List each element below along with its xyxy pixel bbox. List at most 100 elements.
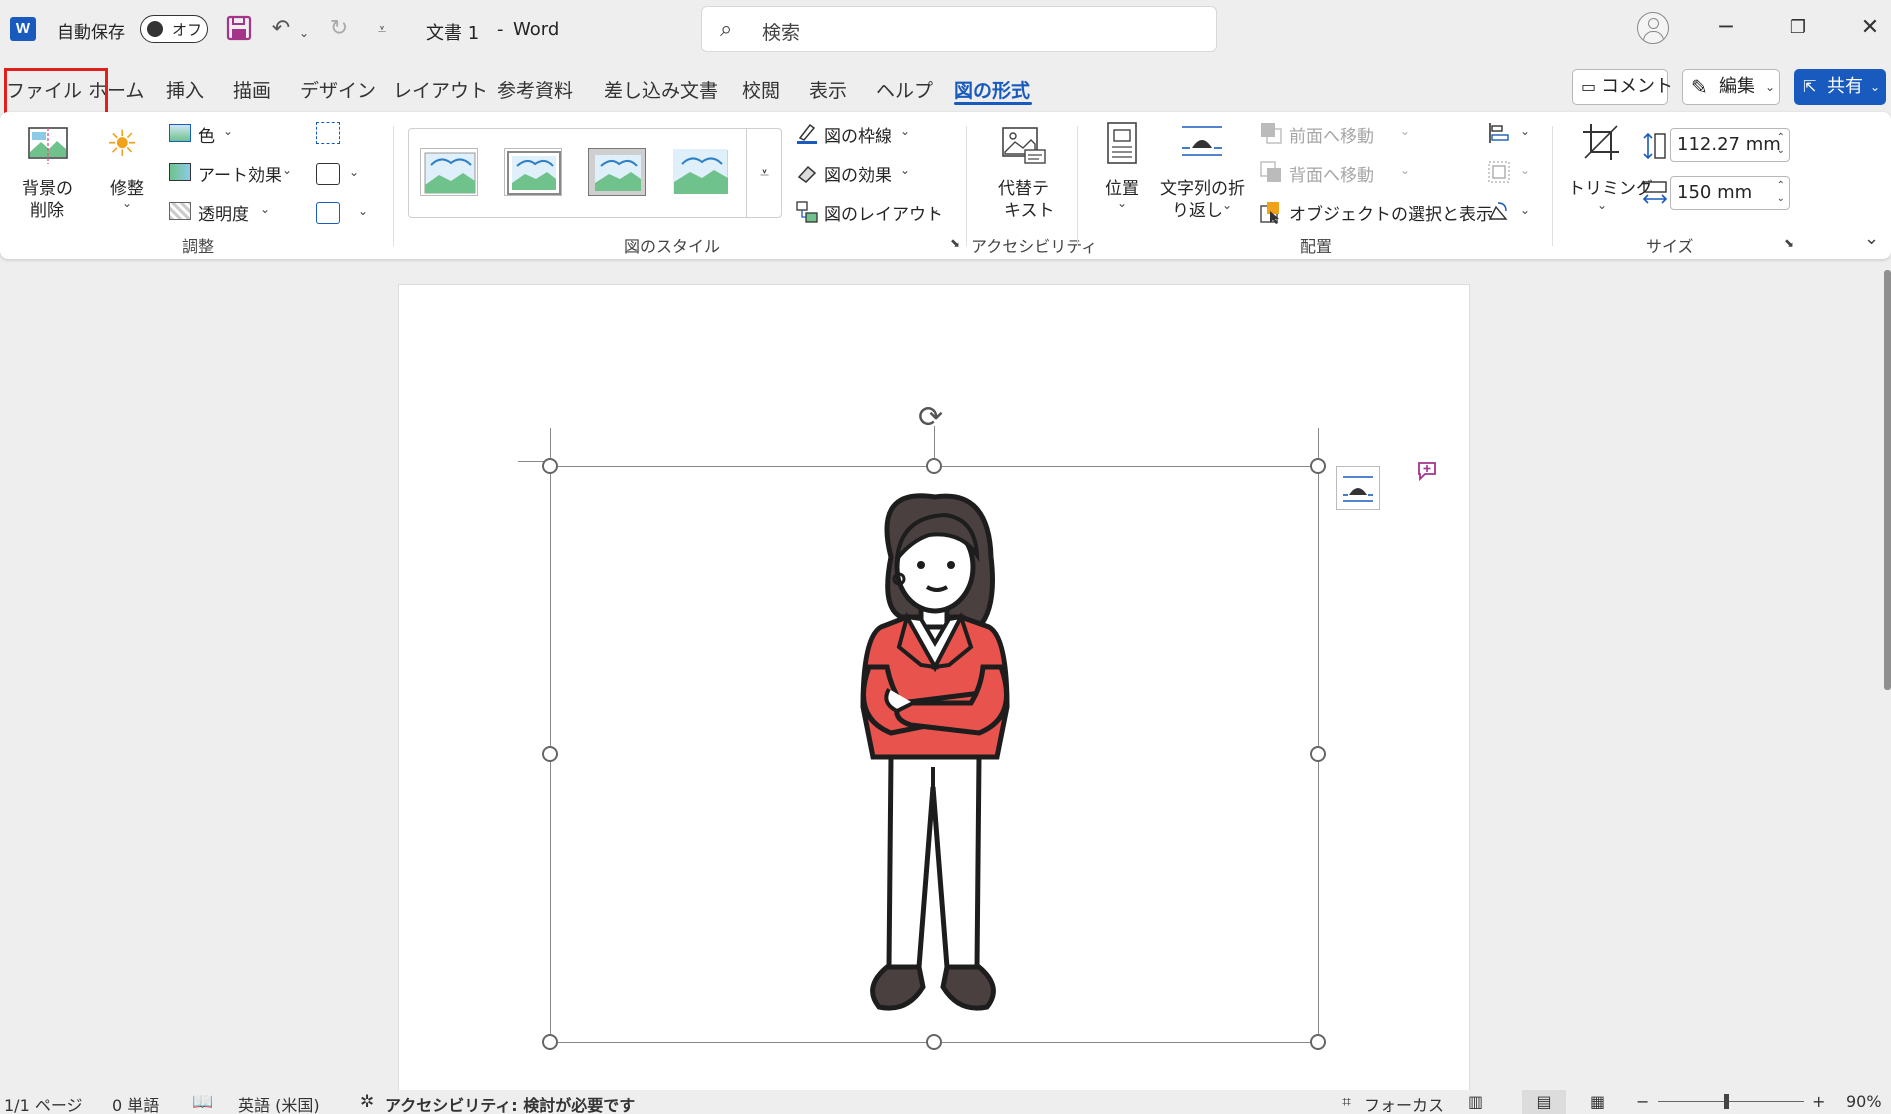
picture-border-label[interactable]: 図の枠線 [824, 122, 892, 147]
resize-handle-bottom-right[interactable] [1310, 1034, 1326, 1050]
accessibility-status[interactable]: アクセシビリティ: 検討が必要です [385, 1092, 635, 1114]
tab-view[interactable]: 表示 [809, 76, 847, 103]
resize-handle-top-left[interactable] [542, 458, 558, 474]
search-input[interactable]: 検索 [762, 18, 800, 45]
transparency-icon[interactable] [169, 202, 191, 220]
alt-text-icon[interactable] [1001, 124, 1047, 164]
account-avatar[interactable] [1637, 12, 1669, 44]
word-count[interactable]: 0 単語 [112, 1092, 159, 1114]
web-layout-icon[interactable]: ▦ [1590, 1092, 1605, 1111]
search-box[interactable]: ⌕ 検索 [701, 6, 1217, 52]
zoom-level[interactable]: 90% [1846, 1092, 1882, 1111]
zoom-in-icon[interactable]: + [1812, 1092, 1825, 1111]
tab-design[interactable]: デザイン [300, 76, 376, 103]
chevron-down-icon: ⌄ [1520, 203, 1531, 217]
picture-layout-label[interactable]: 図のレイアウト [824, 200, 943, 225]
bring-forward-icon [1260, 122, 1282, 144]
customize-qat-icon[interactable]: ⩡ [370, 12, 394, 46]
dialog-launcher-icon[interactable]: ⬊ [950, 236, 960, 250]
save-icon[interactable] [226, 15, 252, 41]
comment-button[interactable]: ▭ コメント [1572, 69, 1673, 105]
undo-icon[interactable]: ↶ [266, 12, 296, 46]
tab-help[interactable]: ヘルプ [876, 76, 933, 103]
zoom-slider[interactable] [1658, 1101, 1804, 1102]
transparency-label[interactable]: 透明度 [198, 200, 249, 225]
group-label-size: サイズ [1646, 237, 1694, 256]
title-separator: - [497, 19, 504, 40]
style-thumbnail-2[interactable] [504, 148, 562, 196]
zoom-out-icon[interactable]: − [1636, 1092, 1649, 1111]
print-layout-icon[interactable]: ▤ [1522, 1090, 1566, 1114]
vertical-scrollbar[interactable] [1884, 270, 1891, 690]
chevron-down-icon: ⌄ [260, 202, 271, 216]
resize-handle-bottom[interactable] [926, 1034, 942, 1050]
color-icon[interactable] [169, 124, 191, 142]
autosave-toggle[interactable]: オフ [140, 15, 208, 43]
new-comment-icon[interactable] [1416, 460, 1438, 482]
minimize-icon[interactable]: ─ [1706, 10, 1746, 46]
selected-picture[interactable] [550, 466, 1319, 1043]
resize-handle-left[interactable] [542, 746, 558, 762]
tab-references[interactable]: 参考資料 [497, 76, 573, 103]
picture-border-icon[interactable] [796, 122, 818, 144]
edit-button[interactable]: ✎ 編集 ⌄ [1682, 69, 1780, 105]
proofing-icon[interactable]: 📖 [192, 1092, 213, 1112]
artistic-effects-label[interactable]: アート効果 [198, 161, 282, 186]
spin-arrows-icon[interactable]: ⌃ ⌄ [1777, 131, 1785, 157]
share-label: 共有 [1827, 76, 1863, 97]
selection-pane-label[interactable]: オブジェクトの選択と表示 [1289, 200, 1493, 225]
compress-pictures-icon[interactable] [316, 122, 340, 144]
language-status[interactable]: 英語 (米国) [238, 1092, 320, 1114]
reset-picture-icon[interactable] [316, 202, 340, 224]
tab-draw[interactable]: 描画 [233, 76, 271, 103]
gallery-more-icon[interactable]: ⩡ [746, 128, 782, 218]
position-icon[interactable] [1107, 122, 1137, 164]
read-mode-icon[interactable]: ▥ [1468, 1092, 1483, 1111]
style-thumbnail-1[interactable] [420, 148, 478, 196]
spin-arrows-icon[interactable]: ⌃ ⌄ [1777, 179, 1785, 205]
avatar-body [1643, 31, 1664, 43]
page-count[interactable]: 1/1 ページ [4, 1092, 83, 1114]
style-thumbnail-3[interactable] [588, 148, 646, 196]
style-thumbnail-4[interactable] [672, 148, 730, 196]
crop-icon[interactable] [1581, 122, 1621, 162]
chevron-down-icon: ⌄ [1597, 198, 1608, 212]
collapse-ribbon-icon[interactable]: ⌄ [1864, 228, 1879, 249]
rotate-handle-icon[interactable]: ⟳ [918, 400, 943, 435]
width-input[interactable]: 150 mm ⌃ ⌄ [1670, 176, 1790, 210]
tab-layout[interactable]: レイアウト [393, 76, 488, 103]
height-input[interactable]: 112.27 mm ⌃ ⌄ [1670, 128, 1790, 162]
resize-handle-top[interactable] [926, 458, 942, 474]
artistic-effects-icon[interactable] [169, 163, 191, 181]
undo-dropdown-icon[interactable]: ⌄ [297, 16, 311, 50]
focus-mode[interactable]: フォーカス [1364, 1092, 1444, 1114]
share-button[interactable]: ⇱ 共有 ⌄ [1794, 69, 1886, 105]
restore-icon[interactable]: ❐ [1778, 10, 1818, 46]
picture-effects-label[interactable]: 図の効果 [824, 161, 892, 186]
alt-text-label-2: キスト [1004, 201, 1055, 221]
resize-handle-right[interactable] [1310, 746, 1326, 762]
tab-picture-format[interactable]: 図の形式 [954, 76, 1030, 103]
rotate-icon[interactable] [1488, 201, 1510, 223]
document-title: 文書 1 [426, 23, 480, 44]
color-label[interactable]: 色 [198, 122, 215, 147]
close-icon[interactable]: ✕ [1850, 10, 1890, 46]
sun-icon[interactable]: ☀ [106, 124, 138, 165]
chevron-down-icon: ⌄ [1400, 163, 1411, 177]
tab-review[interactable]: 校閲 [742, 76, 780, 103]
redo-icon[interactable]: ↻ [324, 12, 354, 46]
dialog-launcher-icon[interactable]: ⬊ [1784, 236, 1794, 250]
selection-pane-icon[interactable] [1260, 201, 1284, 225]
resize-handle-top-right[interactable] [1310, 458, 1326, 474]
wrap-text-icon[interactable] [1180, 124, 1224, 160]
tab-insert[interactable]: 挿入 [166, 76, 204, 103]
picture-layout-icon[interactable] [796, 201, 818, 223]
layout-options-button[interactable] [1336, 466, 1380, 510]
remove-background-icon[interactable] [27, 124, 69, 164]
change-picture-icon[interactable] [316, 163, 340, 185]
picture-effects-icon[interactable] [796, 163, 818, 183]
resize-handle-bottom-left[interactable] [542, 1034, 558, 1050]
zoom-slider-thumb[interactable] [1724, 1094, 1729, 1109]
align-icon[interactable] [1488, 122, 1510, 144]
tab-mailings[interactable]: 差し込み文書 [604, 76, 718, 103]
